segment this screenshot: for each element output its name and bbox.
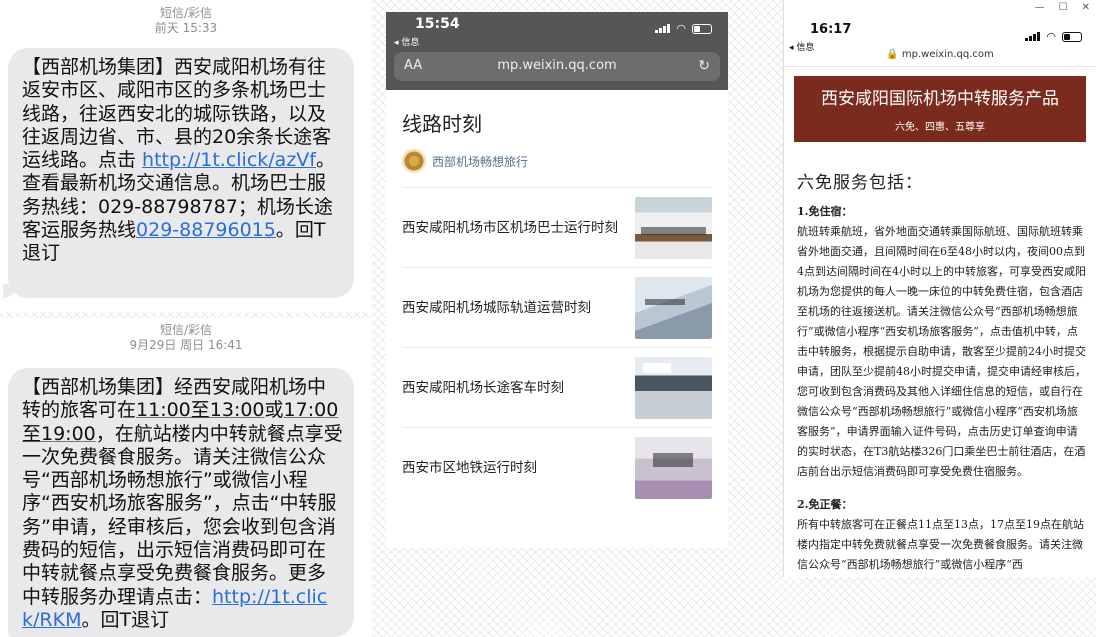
page-title: 线路时刻 xyxy=(402,112,482,136)
subsection-title: 1.免住宿： xyxy=(797,205,853,218)
bubble-tail xyxy=(3,284,17,298)
account-name[interactable]: 西部机场畅想旅行 xyxy=(432,153,528,170)
paragraph: 航班转乘航班，省外地面交通转乘国际航班、国际航班转乘省外地面交通，且间隔时间在6… xyxy=(797,225,1086,478)
status-icons: ◠ xyxy=(1025,30,1082,43)
sms-message-2-meta: 短信/彩信 9月29日 周日 16:41 xyxy=(0,318,372,353)
signal-icon xyxy=(1025,32,1041,41)
account-row[interactable]: 西部机场畅想旅行 xyxy=(402,149,712,187)
window-controls: — ☐ ✕ xyxy=(1035,2,1090,13)
sms-message-type: 短信/彩信 xyxy=(159,6,213,20)
list-item[interactable]: 西安咸阳机场城际轨道运营时刻 xyxy=(402,267,712,347)
banner-title: 西安咸阳国际机场中转服务产品 xyxy=(821,89,1059,109)
section-heading: 六免服务包括： xyxy=(797,173,923,193)
banner-subtitle: 六免、四惠、五尊享 xyxy=(895,122,985,133)
sms-bubble-1[interactable]: 【西部机场集团】西安咸阳机场有往返安市区、咸阳市区的多条机场巴士线路，往返西安北… xyxy=(3,48,354,298)
status-time: 16:17 xyxy=(810,22,852,37)
battery-icon xyxy=(692,23,712,34)
sms-message-1-meta: 短信/彩信 前天 15:33 xyxy=(0,0,372,36)
metro-thumbnail xyxy=(635,436,712,499)
sms-bubble-2[interactable]: 【西部机场集团】经西安咸阳机场中转的旅客可在11:00至13:00或17:00至… xyxy=(8,368,354,637)
minimize-icon[interactable]: — xyxy=(1035,2,1045,13)
sms-message-time: 9月29日 周日 16:41 xyxy=(129,338,243,352)
signal-icon xyxy=(655,24,671,33)
sms-text: 或 xyxy=(264,399,284,422)
sms-link-azvf[interactable]: http://1t.click/azVf xyxy=(142,149,316,171)
list-item-label: 西安咸阳机场长途客车时刻 xyxy=(402,379,564,396)
sms-conversation: 短信/彩信 前天 15:33 【西部机场集团】西安咸阳机场有往返安市区、咸阳市区… xyxy=(0,0,372,637)
article-content: 线路时刻 西部机场畅想旅行 西安咸阳机场市区机场巴士运行时刻 西安咸阳机场城际轨… xyxy=(386,90,728,507)
status-time: 15:54 xyxy=(415,16,460,32)
url-text[interactable]: 🔒 mp.weixin.qq.com xyxy=(784,49,1096,60)
list-item-label: 西安咸阳机场市区机场巴士运行时刻 xyxy=(402,219,618,236)
url-text: mp.weixin.qq.com xyxy=(497,58,617,73)
sms-message-time: 前天 15:33 xyxy=(154,21,218,35)
sms-message-1-block: 短信/彩信 前天 15:33 【西部机场集团】西安咸阳机场有往返安市区、咸阳市区… xyxy=(0,0,372,312)
browser-header: 15:54 ◂ 信息 ◠ AA mp.weixin.qq.com ↻ xyxy=(386,12,728,90)
reload-icon[interactable]: ↻ xyxy=(698,58,710,74)
phone-screen-transfer-service: — ☐ ✕ 16:17 ◂ 信息 ◠ 🔒 mp.weixin.qq.com 西安… xyxy=(783,0,1096,577)
wifi-icon: ◠ xyxy=(1046,30,1056,43)
sms-phone-link[interactable]: 029-88796015 xyxy=(136,219,276,241)
back-to-messages-link[interactable]: ◂ 信息 xyxy=(394,35,419,48)
wifi-icon: ◠ xyxy=(676,22,686,35)
article-body: 六免服务包括： 1.免住宿： 航班转乘航班，省外地面交通转乘国际航班、国际航班转… xyxy=(797,168,1087,577)
coach-station-thumbnail xyxy=(635,356,712,419)
sms-message-2-block: 短信/彩信 9月29日 周日 16:41 【西部机场集团】经西安咸阳机场中转的旅… xyxy=(0,318,372,637)
sms-text: ，在航站楼内中转就餐点享受一次免费餐食服务。请关注微信公众号“西部机场畅想旅行”… xyxy=(22,422,343,608)
subsection-title: 2.免正餐： xyxy=(797,498,853,511)
status-icons: ◠ xyxy=(655,22,712,35)
account-logo-icon xyxy=(402,149,426,173)
sms-message-type: 短信/彩信 xyxy=(159,323,213,337)
address-bar[interactable]: AA mp.weixin.qq.com ↻ xyxy=(394,52,720,81)
list-item[interactable]: 西安咸阳机场市区机场巴士运行时刻 xyxy=(402,187,712,267)
battery-icon xyxy=(1062,31,1082,42)
list-item-label: 西安市区地铁运行时刻 xyxy=(402,459,537,476)
maximize-icon[interactable]: ☐ xyxy=(1059,2,1068,13)
divider xyxy=(784,66,1096,67)
close-icon[interactable]: ✕ xyxy=(1082,2,1090,13)
paragraph: 所有中转旅客可在正餐点11点至13点，17点至19点在航站楼内指定中转免费就餐点… xyxy=(797,518,1084,571)
article-banner: 西安咸阳国际机场中转服务产品 六免、四惠、五尊享 xyxy=(794,76,1086,142)
list-item[interactable]: 西安市区地铁运行时刻 xyxy=(402,427,712,507)
bus-thumbnail xyxy=(635,196,712,259)
sms-time-range-1[interactable]: 11:00至13:00 xyxy=(136,399,265,421)
list-item[interactable]: 西安咸阳机场长途客车时刻 xyxy=(402,347,712,427)
train-thumbnail xyxy=(635,276,712,339)
list-item-label: 西安咸阳机场城际轨道运营时刻 xyxy=(402,299,591,316)
sms-text: 。回T退订 xyxy=(81,608,170,631)
phone-screen-route-times: 15:54 ◂ 信息 ◠ AA mp.weixin.qq.com ↻ 线路时刻 … xyxy=(386,12,728,548)
